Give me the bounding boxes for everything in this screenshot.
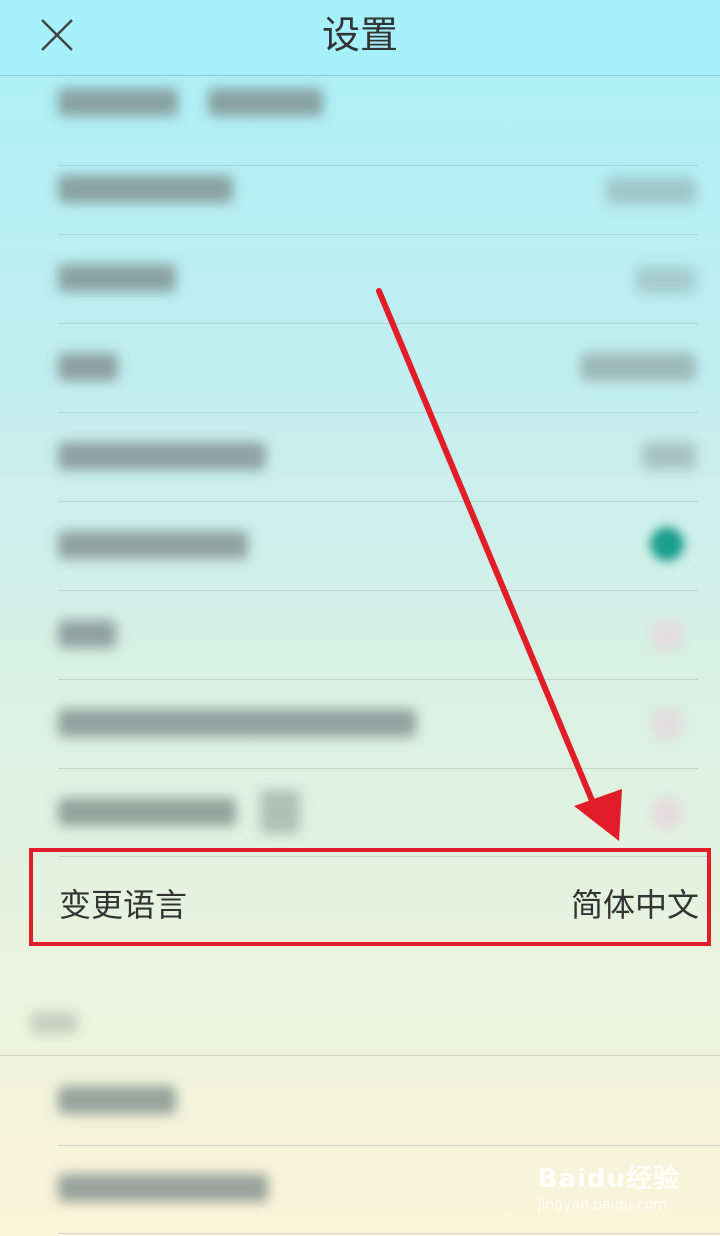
blurred-setting-label [58, 1174, 268, 1202]
blurred-setting-row [58, 501, 698, 591]
blurred-setting-row [58, 234, 698, 324]
toggle-icon [650, 707, 684, 741]
page-title: 设置 [321, 13, 398, 57]
blurred-setting-row [58, 768, 698, 857]
blurred-setting-row [58, 679, 698, 769]
toggle-icon [650, 618, 684, 652]
watermark-brand: Baidu经验 [537, 1164, 680, 1194]
toggle-icon [650, 796, 684, 830]
change-language-label: 变更语言 [59, 886, 188, 924]
blurred-setting-row [58, 590, 698, 680]
divider [58, 1145, 720, 1146]
header-bar: 设置 [0, 0, 720, 76]
blurred-setting-row [58, 323, 698, 413]
divider [58, 1233, 720, 1234]
divider [59, 856, 707, 857]
blurred-setting-row [58, 412, 698, 502]
blurred-setting-label [58, 1086, 176, 1114]
divider [0, 1055, 720, 1056]
blurred-setting-row [58, 145, 698, 235]
watermark-url: jingyan.baidu.com [537, 1197, 667, 1213]
toggle-icon [650, 527, 684, 561]
baidu-watermark: Baidu经验 jingyan.baidu.com [538, 1158, 680, 1213]
change-language-row[interactable]: 变更语言 简体中文 [29, 848, 711, 946]
blurred-section-header [30, 1012, 78, 1034]
current-language-value: 简体中文 [570, 886, 699, 924]
